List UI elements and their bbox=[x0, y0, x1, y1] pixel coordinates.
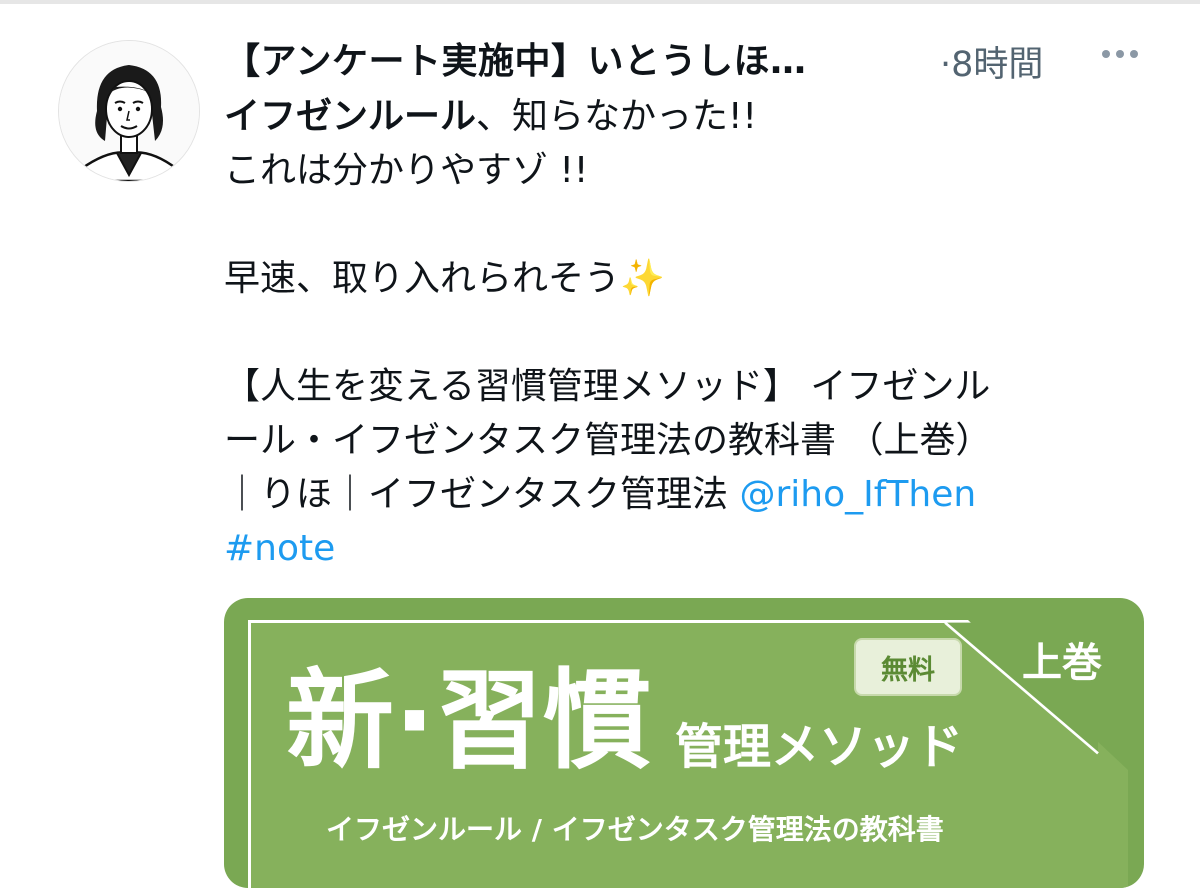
bold-phrase: イフゼンルール bbox=[224, 96, 477, 137]
avatar[interactable] bbox=[58, 40, 200, 182]
volume-label: 上巻 bbox=[1022, 640, 1102, 686]
tweet-line-4: 【人生を変える習慣管理メソッド】 イフゼンル bbox=[224, 366, 991, 407]
tweet-line-2: これは分かりやすゾ !! bbox=[224, 150, 589, 191]
hashtag-link[interactable]: #note bbox=[224, 528, 335, 569]
card-main-title: 新·習慣 bbox=[286, 659, 652, 784]
card-subtitle: イフゼンルール / イフゼンタスク管理法の教科書 bbox=[326, 813, 944, 846]
free-badge: 無料 bbox=[854, 638, 962, 696]
tweet-line-1-rest: 、知らなかった!! bbox=[476, 96, 757, 137]
tweet-line-6-text: ｜りほ｜イフゼンタスク管理法 bbox=[224, 474, 740, 515]
tweet-line-1: イフゼンルール、知らなかった!! bbox=[224, 90, 1144, 144]
author-display-name[interactable]: 【アンケート実施中】いとうしほ… bbox=[224, 32, 807, 84]
top-divider bbox=[0, 0, 1200, 4]
card-sub-title: 管理メソッド bbox=[675, 719, 964, 775]
avatar-illustration-icon bbox=[59, 41, 199, 181]
tweet-line-3: 早速、取り入れられそう✨ bbox=[224, 252, 1144, 306]
tweet-line-6: ｜りほ｜イフゼンタスク管理法 @riho_IfThen bbox=[224, 468, 1144, 522]
tweet-body: イフゼンルール、知らなかった!! これは分かりやすゾ !! 早速、取り入れられそ… bbox=[224, 90, 1144, 576]
tweet-line-7: #note bbox=[224, 522, 1144, 576]
tweet-line-3-text: 早速、取り入れられそう bbox=[224, 258, 621, 299]
tweet-line-5: ール・イフゼンタスク管理法の教科書 （上巻） bbox=[224, 420, 992, 461]
sparkles-icon: ✨ bbox=[620, 258, 665, 299]
tweet-timestamp[interactable]: ·8時間 bbox=[940, 36, 1043, 87]
tweet-header: 【アンケート実施中】いとうしほ… ·8時間 bbox=[224, 28, 1164, 92]
mention-link[interactable]: @riho_IfThen bbox=[739, 474, 976, 515]
more-horizontal-icon[interactable] bbox=[1096, 30, 1144, 78]
